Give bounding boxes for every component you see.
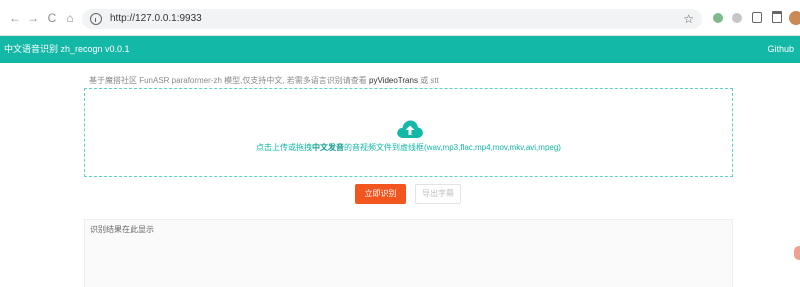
extensions-puzzle-icon[interactable] [752, 12, 762, 23]
extension-icon[interactable] [713, 13, 723, 23]
result-placeholder: 识别结果在此显示 [90, 225, 154, 234]
forward-icon[interactable]: → [26, 11, 40, 25]
upload-hint-prefix: 点击上传或拖拽 [256, 143, 313, 152]
intro-prefix: 基于魔搭社区 FunASR paraformer-zh 模型,仅支持中文, 若需… [89, 76, 370, 85]
result-textarea[interactable]: 识别结果在此显示 [84, 219, 733, 287]
back-icon[interactable]: ← [8, 11, 22, 25]
site-info-icon[interactable] [90, 13, 102, 25]
app-header: 中文语音识别 zh_recogn v0.0.1 Github [0, 36, 800, 63]
url-text[interactable]: http://127.0.0.1:9933 [110, 12, 202, 26]
address-bar[interactable]: http://127.0.0.1:9933 ☆ [82, 9, 702, 29]
github-link[interactable]: Github [767, 43, 794, 56]
cloud-upload-icon [397, 120, 423, 138]
intro-text: 基于魔搭社区 FunASR paraformer-zh 模型,仅支持中文, 若需… [89, 75, 439, 86]
extension-icon[interactable] [732, 13, 742, 23]
reload-icon[interactable]: C [45, 11, 59, 25]
floating-side-handle[interactable] [794, 246, 800, 260]
upload-dropzone[interactable]: 点击上传或拖拽中文发音的音视频文件到虚线框(wav,mp3,flac,mp4,m… [84, 88, 733, 177]
upload-hint: 点击上传或拖拽中文发音的音视频文件到虚线框(wav,mp3,flac,mp4,m… [85, 142, 732, 153]
browser-toolbar: ← → C ⌂ http://127.0.0.1:9933 ☆ [0, 0, 800, 36]
upload-hint-suffix: 的音视频文件到虚线框(wav,mp3,flac,mp4,mov,mkv,avi,… [344, 143, 561, 152]
upload-hint-strong: 中文发音 [312, 143, 345, 152]
export-subtitle-button[interactable]: 导出字幕 [415, 184, 461, 204]
recognize-button[interactable]: 立即识别 [355, 184, 406, 204]
pyvideotrans-link[interactable]: pyVideoTrans [369, 76, 418, 85]
app-title: 中文语音识别 zh_recogn v0.0.1 [4, 44, 130, 54]
home-icon[interactable]: ⌂ [63, 11, 77, 25]
intro-suffix: 或 stt [417, 76, 439, 85]
bookmark-star-icon[interactable]: ☆ [683, 11, 694, 27]
side-panel-icon[interactable] [772, 11, 782, 23]
profile-avatar[interactable] [789, 11, 800, 25]
